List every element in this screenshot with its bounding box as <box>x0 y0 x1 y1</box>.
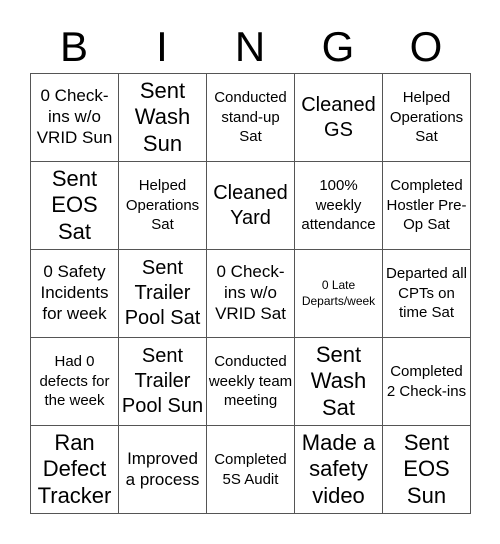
bingo-cell[interactable]: Departed all CPTs on time Sat <box>383 250 471 338</box>
bingo-cell[interactable]: 0 Check-ins w/o VRID Sun <box>31 74 119 162</box>
bingo-cell-text: Improved a process <box>125 448 200 489</box>
bingo-cell-text: 0 Check-ins w/o VRID Sun <box>36 86 113 147</box>
bingo-cell-text: Completed 2 Check-ins <box>386 362 467 400</box>
bingo-cell-text: 0 Late Departs/week <box>301 277 376 308</box>
bingo-cell-text: Helped Operations Sat <box>125 176 200 234</box>
bingo-cell[interactable]: 100% weekly attendance <box>295 162 383 250</box>
bingo-cell[interactable]: Had 0 defects for the week <box>31 338 119 426</box>
header-letter-n: N <box>234 23 266 70</box>
bingo-cell-text: Sent Trailer Pool Sat <box>124 257 201 329</box>
bingo-cell-text: Sent EOS Sun <box>403 429 450 508</box>
bingo-cell[interactable]: 0 Late Departs/week <box>295 250 383 338</box>
bingo-cell[interactable]: Sent Trailer Pool Sun <box>119 338 207 426</box>
bingo-cell[interactable]: Helped Operations Sat <box>119 162 207 250</box>
bingo-header: B I N G O <box>30 22 470 72</box>
bingo-cell[interactable]: Cleaned Yard <box>207 162 295 250</box>
bingo-cell-text: Completed 5S Audit <box>214 450 287 488</box>
bingo-cell-text: 0 Safety Incidents for week <box>40 262 109 323</box>
bingo-cell[interactable]: Conducted stand-up Sat <box>207 74 295 162</box>
bingo-cell-text: 0 Check-ins w/o VRID Sat <box>215 262 286 323</box>
header-letter-o: O <box>409 23 443 70</box>
bingo-cell-text: Helped Operations Sat <box>389 88 464 146</box>
bingo-cell[interactable]: Completed 2 Check-ins <box>383 338 471 426</box>
bingo-cell-text: Conducted weekly team meeting <box>208 352 293 410</box>
bingo-cell-text: Sent Wash Sun <box>134 77 191 156</box>
bingo-cell-text: 100% weekly attendance <box>301 176 376 234</box>
bingo-cell-text: Conducted stand-up Sat <box>214 88 287 146</box>
bingo-cell-text: Sent EOS Sat <box>51 165 98 244</box>
bingo-cell[interactable]: 0 Check-ins w/o VRID Sat <box>207 250 295 338</box>
bingo-cell-text: Sent Wash Sat <box>310 341 367 420</box>
bingo-cell[interactable]: Sent Trailer Pool Sat <box>119 250 207 338</box>
bingo-cell[interactable]: Sent EOS Sat <box>31 162 119 250</box>
header-letter-g: G <box>321 23 355 70</box>
bingo-card-grid: 0 Check-ins w/o VRID Sun Sent Wash Sun Con… <box>30 73 471 514</box>
bingo-cell[interactable]: Improved a process <box>119 426 207 514</box>
bingo-cell[interactable]: Sent Wash Sun <box>119 74 207 162</box>
header-letter-b: B <box>59 23 88 70</box>
bingo-cell[interactable]: Conducted weekly team meeting <box>207 338 295 426</box>
bingo-cell[interactable]: Cleaned GS <box>295 74 383 162</box>
bingo-cell[interactable]: Completed 5S Audit <box>207 426 295 514</box>
bingo-cell-text: Made a safety video <box>301 429 376 508</box>
bingo-cell-text: Departed all CPTs on time Sat <box>386 264 467 322</box>
bingo-cell[interactable]: Made a safety video <box>295 426 383 514</box>
bingo-cell[interactable]: Completed Hostler Pre-Op Sat <box>383 162 471 250</box>
bingo-cell[interactable]: Helped Operations Sat <box>383 74 471 162</box>
bingo-cell-text: Cleaned GS <box>301 93 376 141</box>
bingo-cell-text: Completed Hostler Pre-Op Sat <box>386 176 467 234</box>
bingo-cell[interactable]: Sent EOS Sun <box>383 426 471 514</box>
header-letter-i: I <box>156 23 168 70</box>
bingo-cell-text: Sent Trailer Pool Sun <box>121 345 204 417</box>
bingo-cell[interactable]: Sent Wash Sat <box>295 338 383 426</box>
bingo-cell[interactable]: Ran Defect Tracker <box>31 426 119 514</box>
bingo-cell-text: Ran Defect Tracker <box>37 429 112 508</box>
bingo-cell[interactable]: 0 Safety Incidents for week <box>31 250 119 338</box>
bingo-cell-text: Cleaned Yard <box>213 181 288 229</box>
bingo-cell-text: Had 0 defects for the week <box>39 352 110 410</box>
